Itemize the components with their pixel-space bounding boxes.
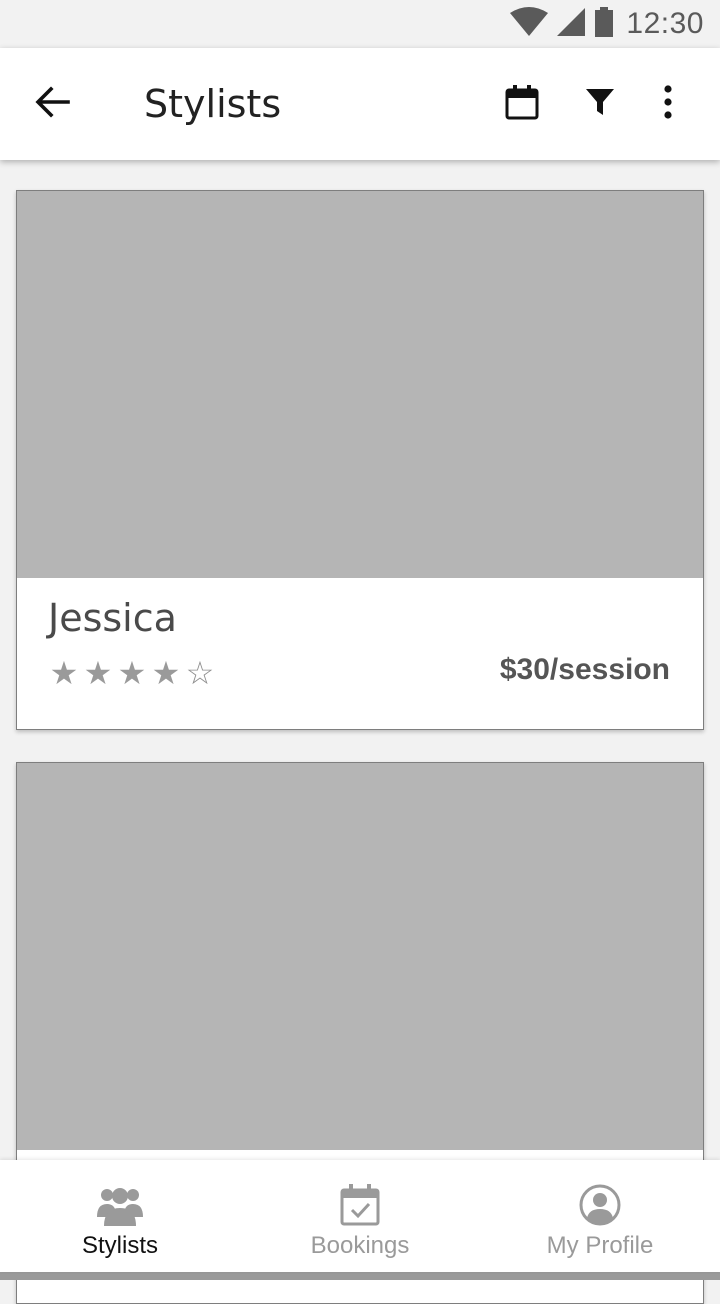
stylist-name: Jessica bbox=[48, 596, 177, 640]
nav-item-stylists[interactable]: Stylists bbox=[0, 1160, 240, 1272]
calendar-icon bbox=[505, 84, 539, 124]
status-time: 12:30 bbox=[626, 7, 704, 40]
more-options-button[interactable] bbox=[640, 76, 696, 132]
nav-label-stylists: Stylists bbox=[81, 1232, 158, 1259]
app-bar: Stylists bbox=[0, 48, 720, 160]
stylist-price: $30/session bbox=[499, 653, 670, 686]
wifi-icon bbox=[510, 7, 549, 41]
star-outline-icon: ☆ bbox=[185, 654, 215, 692]
account-circle-icon bbox=[576, 1182, 624, 1228]
stylist-photo bbox=[17, 763, 703, 1150]
filter-icon bbox=[585, 87, 615, 121]
arrow-left-icon bbox=[34, 86, 70, 122]
stylist-card[interactable]: Jessica ★ ★ ★ ★ ☆ $30/session bbox=[16, 190, 704, 730]
star-filled-icon: ★ bbox=[49, 654, 79, 692]
nav-item-my-profile[interactable]: My Profile bbox=[480, 1160, 720, 1272]
nav-label-bookings: Bookings bbox=[310, 1232, 410, 1259]
page-title: Stylists bbox=[144, 82, 282, 126]
status-icons: 12:30 bbox=[510, 6, 704, 42]
star-filled-icon: ★ bbox=[83, 654, 113, 692]
nav-item-bookings[interactable]: Bookings bbox=[240, 1160, 480, 1272]
back-button[interactable] bbox=[24, 76, 80, 132]
filter-button[interactable] bbox=[572, 76, 628, 132]
more-vert-icon bbox=[663, 85, 673, 123]
bottom-navigation: Stylists Bookings My Profile bbox=[0, 1160, 720, 1272]
stylist-rating: ★ ★ ★ ★ ☆ bbox=[48, 656, 216, 690]
star-filled-icon: ★ bbox=[151, 654, 181, 692]
battery-icon bbox=[594, 7, 614, 41]
calendar-button[interactable] bbox=[494, 76, 550, 132]
system-nav-strip bbox=[0, 1272, 720, 1280]
status-bar: 12:30 bbox=[0, 0, 720, 48]
star-filled-icon: ★ bbox=[117, 654, 147, 692]
signal-icon bbox=[556, 7, 586, 41]
group-icon bbox=[96, 1182, 144, 1228]
stylist-photo bbox=[17, 191, 703, 578]
nav-label-my-profile: My Profile bbox=[546, 1232, 654, 1259]
calendar-check-icon bbox=[336, 1182, 384, 1228]
